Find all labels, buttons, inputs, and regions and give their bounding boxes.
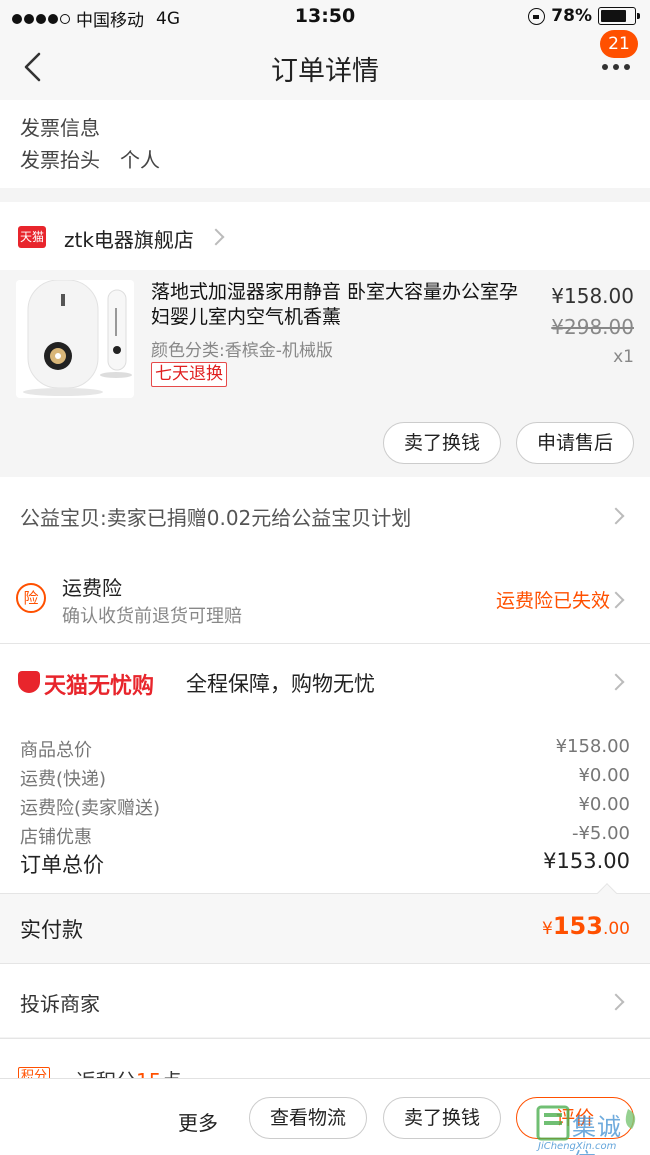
product-price: ¥158.00 — [551, 284, 634, 308]
paid-amount: ¥153.00 — [542, 912, 630, 940]
fee-label-discount: 店铺优惠 — [20, 827, 92, 848]
product-spec: 颜色分类:香槟金-机械版 — [151, 341, 333, 361]
fee-value-insurance: ¥0.00 — [578, 794, 630, 815]
fee-label-goods: 商品总价 — [20, 740, 92, 761]
order-total-value: ¥153.00 — [543, 849, 630, 873]
fee-label-shipping: 运费(快递) — [20, 769, 107, 790]
points-tag: 积分 — [18, 1067, 51, 1078]
insurance-icon: 险 — [16, 583, 46, 613]
charity-text: 公益宝贝:卖家已捐赠0.02元给公益宝贝计划 — [20, 506, 412, 530]
tmall-shield-icon — [18, 671, 40, 693]
bottom-action-bar: 更多 查看物流 卖了换钱 评价 集诚信 JiChengXin.com — [0, 1078, 650, 1155]
points-amount: 15 — [136, 1069, 161, 1078]
humidifier-image — [16, 280, 134, 398]
paid-label: 实付款 — [20, 918, 83, 942]
tmall-logo-icon: 天猫 — [18, 226, 46, 248]
page-title: 订单详情 — [271, 56, 379, 87]
rotation-lock-icon — [528, 7, 546, 25]
paid-integer: 153 — [552, 912, 603, 940]
shop-name: ztk电器旗舰店 — [64, 228, 194, 252]
order-info-section — [0, 477, 650, 963]
status-bar: 中国移动 4G 13:50 78% — [0, 0, 650, 34]
watermark-logo: 集诚信 JiChengXin.com — [524, 1103, 644, 1155]
chevron-right-icon — [607, 993, 625, 1011]
wuyou-brand: 天猫无忧购 — [44, 674, 155, 699]
invoice-section: 发票信息 发票抬头 个人 — [0, 100, 650, 188]
view-logistics-button[interactable]: 查看物流 — [249, 1097, 367, 1139]
charity-row[interactable]: 公益宝贝:卖家已捐赠0.02元给公益宝贝计划 — [0, 490, 650, 542]
divider — [0, 643, 650, 644]
more-menu-icon[interactable] — [602, 64, 630, 70]
order-total-label: 订单总价 — [20, 853, 104, 877]
watermark-url: JiChengXin.com — [538, 1141, 617, 1152]
points-suffix: 点 — [161, 1069, 181, 1078]
status-right: 78% — [528, 6, 640, 26]
insurance-subtitle: 确认收货前退货可理赔 — [62, 606, 242, 627]
fee-value-shipping: ¥0.00 — [578, 765, 630, 786]
battery-percent: 78% — [551, 6, 592, 26]
invoice-header-label: 发票抬头 — [20, 148, 100, 172]
product-title[interactable]: 落地式加湿器家用静音 卧室大容量办公室孕妇婴儿室内空气机香薰 — [151, 280, 521, 330]
paid-decimal: .00 — [602, 919, 630, 939]
invoice-header-value: 个人 — [120, 148, 160, 172]
resell-bottom-button[interactable]: 卖了换钱 — [383, 1097, 501, 1139]
insurance-status: 运费险已失效 — [495, 590, 610, 612]
after-sales-button[interactable]: 申请售后 — [516, 422, 634, 464]
paid-currency: ¥ — [542, 919, 553, 939]
invoice-title: 发票信息 — [20, 116, 100, 140]
nav-bar: 订单详情 21 — [0, 30, 650, 100]
insurance-title: 运费险 — [62, 576, 122, 600]
complaint-row[interactable]: 投诉商家 — [0, 963, 650, 1037]
fee-label-insurance: 运费险(卖家赠送) — [20, 798, 161, 819]
wuyou-slogan: 全程保障，购物无忧 — [186, 672, 375, 696]
product-original-price: ¥298.00 — [551, 315, 634, 339]
product-image[interactable] — [16, 280, 134, 398]
resell-button[interactable]: 卖了换钱 — [383, 422, 501, 464]
battery-icon — [598, 7, 640, 25]
points-text: 返积分15点 — [76, 1065, 181, 1078]
points-row: 积分 返积分15点 — [0, 1038, 650, 1078]
product-quantity: x1 — [613, 347, 634, 367]
invoice-header: 发票抬头 个人 — [20, 144, 160, 173]
fee-value-discount: -¥5.00 — [571, 823, 630, 844]
product-card[interactable]: 落地式加湿器家用静音 卧室大容量办公室孕妇婴儿室内空气机香薰 颜色分类:香槟金-… — [0, 270, 650, 477]
more-button[interactable]: 更多 — [178, 1107, 218, 1136]
points-prefix: 返积分 — [76, 1069, 136, 1078]
complaint-label: 投诉商家 — [20, 992, 100, 1016]
chevron-right-icon — [207, 228, 225, 246]
shop-section: 天猫 ztk电器旗舰店 — [0, 202, 650, 270]
shop-row[interactable]: 天猫 ztk电器旗舰店 — [0, 202, 650, 270]
chevron-right-icon — [607, 507, 625, 525]
fee-value-goods: ¥158.00 — [555, 736, 630, 757]
return-policy-tag: 七天退换 — [151, 362, 227, 387]
paid-row: 实付款 ¥153.00 — [0, 883, 650, 963]
notification-badge: 21 — [600, 30, 638, 58]
